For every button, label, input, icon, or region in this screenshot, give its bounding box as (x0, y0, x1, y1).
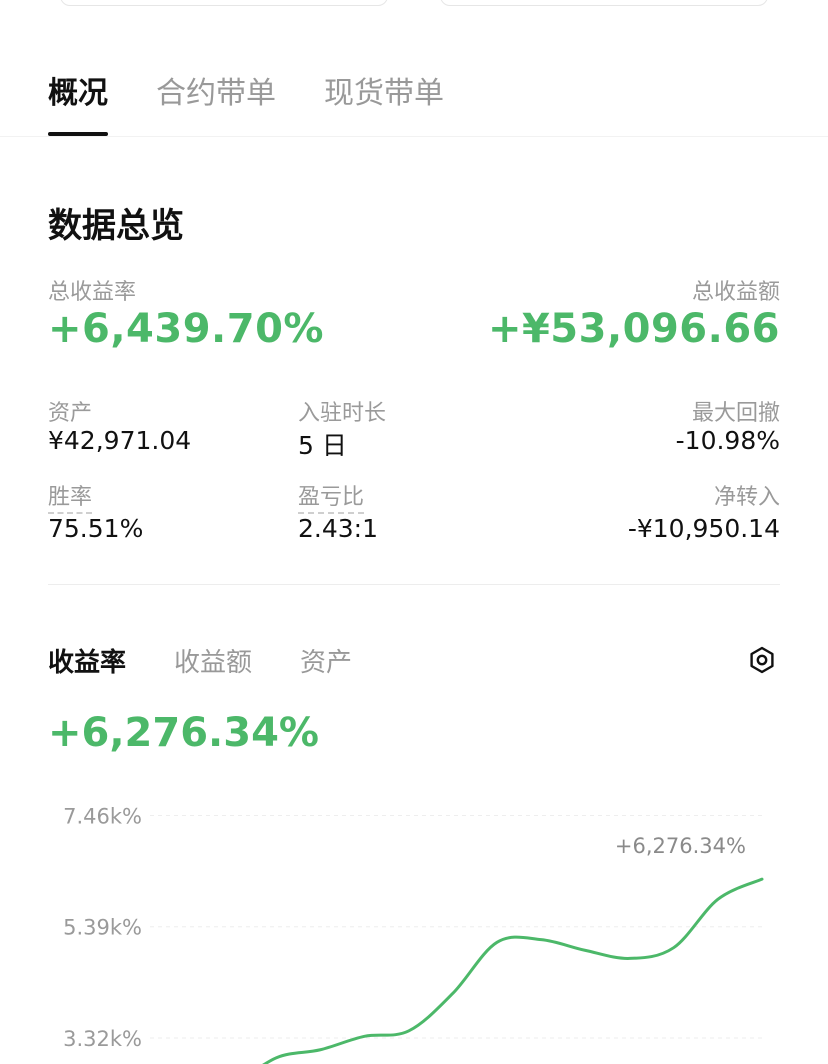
y-tick-label: 5.39k% (63, 916, 142, 940)
return-rate-line (261, 877, 764, 1064)
net-transfer-label: 净转入 (713, 485, 780, 510)
section-title: 数据总览 (48, 206, 184, 246)
chart-tab-return-amount[interactable]: 收益额 (174, 642, 252, 679)
chart-tab-assets[interactable]: 资产 (300, 642, 352, 679)
chart-tabs: 收益率 收益额 资产 (48, 642, 352, 679)
assets-label: 资产 (48, 401, 93, 426)
chart-tab-return-rate[interactable]: 收益率 (48, 642, 126, 679)
hexagon-settings-icon[interactable] (746, 644, 778, 676)
max-drawdown-label: 最大回撤 (691, 401, 780, 426)
tabs-divider (0, 136, 828, 137)
pl-ratio-label[interactable]: 盈亏比 (298, 479, 365, 514)
top-card-left[interactable] (60, 0, 388, 6)
net-transfer-value: -¥10,950.14 (627, 514, 780, 543)
win-rate-label[interactable]: 胜率 (48, 479, 93, 514)
chart-end-annotation: +6,276.34% (615, 834, 746, 858)
duration-value: 5 日 (298, 431, 347, 460)
chart-current-value: +6,276.34% (48, 710, 319, 756)
pl-ratio-value: 2.43:1 (298, 514, 378, 543)
y-tick-label: 7.46k% (63, 805, 142, 829)
tab-contract-copy[interactable]: 合约带单 (156, 72, 276, 136)
return-rate-chart-svg: 7.46k% 5.39k% 3.32k% +6,276.34% (63, 805, 764, 1064)
tab-spot-copy[interactable]: 现货带单 (324, 72, 444, 136)
max-drawdown-value: -10.98% (675, 426, 780, 455)
tab-overview[interactable]: 概况 (48, 72, 108, 136)
main-tabs: 概况 合约带单 现货带单 (48, 72, 444, 136)
top-card-right[interactable] (440, 0, 768, 6)
duration-label: 入驻时长 (298, 401, 387, 426)
win-rate-value: 75.51% (48, 514, 144, 543)
total-return-amount-value: +¥53,096.66 (487, 306, 780, 352)
total-return-rate-label: 总收益率 (48, 280, 137, 305)
y-tick-label: 3.32k% (63, 1027, 142, 1051)
assets-value: ¥42,971.04 (48, 426, 192, 455)
total-return-amount-label: 总收益额 (691, 280, 780, 305)
return-rate-chart: 7.46k% 5.39k% 3.32k% +6,276.34% (0, 780, 828, 1064)
section-divider (48, 584, 780, 585)
total-return-rate-value: +6,439.70% (48, 306, 324, 352)
